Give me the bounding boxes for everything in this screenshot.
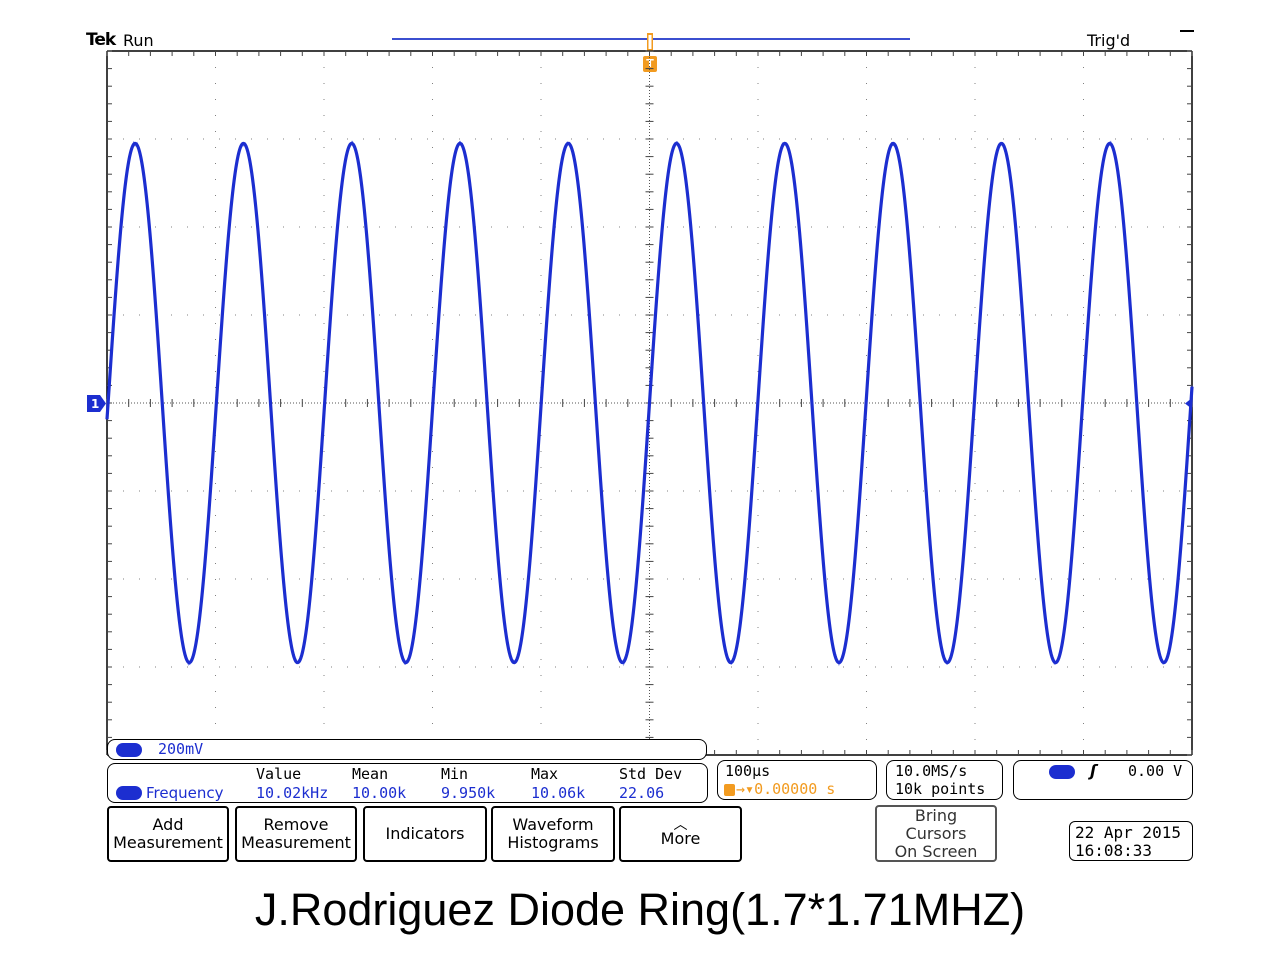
bring-cursors-label-2: Cursors — [905, 823, 967, 843]
trigger-source-badge — [1049, 765, 1075, 779]
measurement-max: 10.06k — [531, 784, 586, 802]
date: 22 Apr 2015 — [1075, 823, 1181, 842]
measurement-name: Frequency — [146, 784, 224, 802]
add-measurement-button[interactable]: Add Measurement — [107, 806, 229, 862]
add-measurement-label-2: Measurement — [113, 833, 223, 852]
more-button[interactable]: ︿ More — [619, 806, 742, 862]
more-label: More — [660, 829, 701, 848]
measurement-min: 9.950k — [441, 784, 496, 802]
trigger-mini-icon — [724, 783, 735, 796]
measurement-header-value: Value — [256, 765, 302, 783]
remove-measurement-button[interactable]: Remove Measurement — [235, 806, 357, 862]
waveform-histograms-button[interactable]: Waveform Histograms — [491, 806, 615, 862]
indicators-label: Indicators — [385, 824, 465, 843]
measurement-stddev: 22.06 — [619, 784, 665, 802]
caption: J.Rodriguez Diode Ring(1.7*1.71MHZ) — [254, 884, 1026, 935]
time: 16:08:33 — [1075, 841, 1153, 860]
waveform-histograms-label-2: Histograms — [507, 833, 599, 852]
channel-1-ground-marker[interactable]: 1 — [87, 395, 107, 412]
measurement-value: 10.02kHz — [256, 784, 329, 802]
measurement-header-max: Max — [531, 765, 559, 783]
measurement-header-stddev: Std Dev — [619, 765, 683, 783]
channel-1-level-arrow — [1185, 398, 1192, 409]
timebase-scale: 100µs — [725, 762, 771, 780]
channel-1-badge — [116, 743, 142, 757]
measurement-header-mean: Mean — [352, 765, 389, 783]
channel-1-scale: 200mV — [158, 740, 204, 758]
channel-1-marker-label: 1 — [91, 397, 99, 411]
measurement-mean: 10.00k — [352, 784, 407, 802]
trigger-level: 0.00 V — [1128, 762, 1183, 780]
measurement-channel-badge — [116, 786, 142, 800]
remove-measurement-label-2: Measurement — [241, 833, 351, 852]
sample-rate: 10.0MS/s — [895, 762, 968, 780]
bring-cursors-on-screen-button[interactable]: Bring Cursors On Screen — [875, 805, 997, 862]
bring-cursors-label-1: Bring — [914, 805, 958, 825]
indicators-button[interactable]: Indicators — [363, 806, 487, 862]
remove-measurement-label-1: Remove — [263, 815, 329, 834]
timebase-delay-value: 0.00000 s — [754, 780, 836, 798]
record-length: 10k points — [895, 780, 986, 798]
bring-cursors-label-3: On Screen — [894, 841, 978, 861]
add-measurement-label-1: Add — [152, 815, 184, 834]
trigger-slope-icon: ʃ — [1090, 761, 1097, 780]
measurement-header-min: Min — [441, 765, 469, 783]
waveform-histograms-label-1: Waveform — [512, 815, 594, 834]
timebase-delay: →▾0.00000 s — [724, 780, 835, 798]
